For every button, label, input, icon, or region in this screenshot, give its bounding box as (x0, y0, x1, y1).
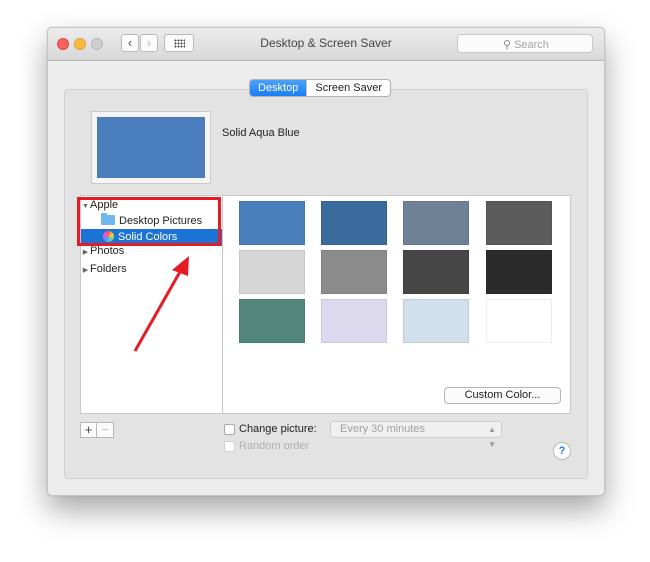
annotation-arrow-icon (133, 256, 189, 352)
